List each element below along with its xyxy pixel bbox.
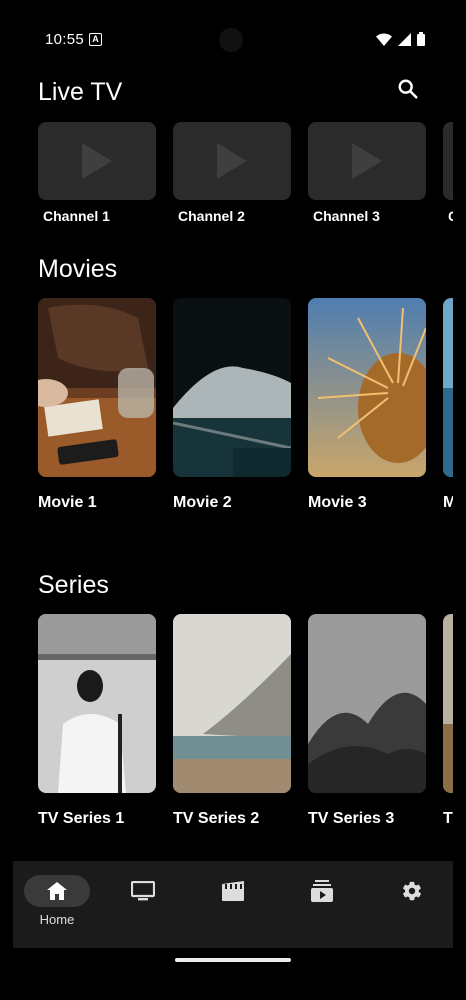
series-card[interactable]: TV Series 3 bbox=[308, 614, 426, 827]
home-icon bbox=[47, 882, 67, 900]
nav-icon-wrap bbox=[200, 875, 266, 907]
app-screen: 10:55 A Live TV Channel 1 Channel 2 Chan… bbox=[13, 18, 453, 976]
play-icon bbox=[217, 143, 247, 179]
notification-icon: A bbox=[89, 33, 102, 46]
nav-icon-wrap bbox=[289, 875, 355, 907]
device-frame: 10:55 A Live TV Channel 1 Channel 2 Chan… bbox=[0, 0, 466, 1000]
movie-label: M bbox=[443, 494, 453, 511]
play-icon bbox=[82, 143, 112, 179]
wifi-icon bbox=[376, 32, 392, 46]
movie-icon bbox=[222, 881, 244, 901]
status-icons bbox=[376, 32, 425, 46]
search-button[interactable] bbox=[393, 74, 423, 104]
poster-image bbox=[308, 298, 426, 477]
signal-icon bbox=[398, 32, 411, 46]
live-tv-title: Live TV bbox=[38, 78, 123, 106]
movie-label: Movie 1 bbox=[38, 494, 97, 511]
movie-label: Movie 3 bbox=[308, 494, 367, 511]
nav-label-home: Home bbox=[39, 912, 75, 927]
series-card[interactable]: T bbox=[443, 614, 453, 827]
series-label: TV Series 3 bbox=[308, 810, 395, 827]
poster-image bbox=[38, 298, 156, 477]
nav-icon-wrap bbox=[379, 875, 445, 907]
bottom-navigation: Home bbox=[13, 861, 453, 948]
settings-icon bbox=[403, 881, 421, 901]
movie-card[interactable]: Movie 2 bbox=[173, 298, 291, 511]
status-bar: 10:55 A bbox=[13, 18, 453, 62]
series-card[interactable]: TV Series 1 bbox=[38, 614, 156, 827]
channel-label: Channel 3 bbox=[313, 208, 380, 224]
battery-icon bbox=[417, 32, 425, 46]
series-poster bbox=[443, 614, 453, 793]
nav-settings[interactable] bbox=[368, 861, 453, 948]
poster-image bbox=[173, 298, 291, 477]
series-title: Series bbox=[38, 571, 109, 599]
nav-series[interactable] bbox=[278, 861, 366, 948]
channel-card[interactable]: Channel 2 bbox=[173, 122, 291, 224]
poster-image bbox=[443, 614, 453, 793]
series-label: TV Series 2 bbox=[173, 810, 260, 827]
movies-title: Movies bbox=[38, 255, 118, 283]
status-time: 10:55 bbox=[45, 31, 85, 48]
series-label: T bbox=[443, 810, 453, 827]
channel-card[interactable]: Channel 1 bbox=[38, 122, 156, 224]
nav-icon-wrap bbox=[110, 875, 176, 907]
poster-image bbox=[38, 614, 156, 793]
video-library-icon bbox=[311, 880, 333, 902]
play-icon bbox=[352, 143, 382, 179]
series-poster bbox=[38, 614, 156, 793]
channel-label: C bbox=[448, 208, 453, 224]
movie-poster bbox=[173, 298, 291, 477]
movie-label: Movie 2 bbox=[173, 494, 232, 511]
nav-home[interactable]: Home bbox=[13, 861, 101, 948]
series-poster bbox=[308, 614, 426, 793]
series-label: TV Series 1 bbox=[38, 810, 125, 827]
channel-card[interactable]: C bbox=[443, 122, 453, 224]
movie-card[interactable]: M bbox=[443, 298, 453, 511]
gesture-home-bar[interactable] bbox=[175, 958, 291, 962]
search-icon bbox=[398, 79, 418, 99]
nav-active-indicator bbox=[24, 875, 90, 907]
poster-image bbox=[173, 614, 291, 793]
series-poster bbox=[173, 614, 291, 793]
nav-movies[interactable] bbox=[189, 861, 277, 948]
poster-image bbox=[308, 614, 426, 793]
camera-cutout bbox=[219, 28, 243, 52]
channel-label: Channel 1 bbox=[43, 208, 110, 224]
series-card[interactable]: TV Series 2 bbox=[173, 614, 291, 827]
series-row: TV Series 1 TV Series 2 TV Series 3 T bbox=[38, 614, 453, 864]
channel-thumbnail bbox=[308, 122, 426, 200]
nav-tv[interactable] bbox=[99, 861, 187, 948]
movie-poster bbox=[443, 298, 453, 477]
channel-thumbnail bbox=[38, 122, 156, 200]
movie-card[interactable]: Movie 1 bbox=[38, 298, 156, 511]
movie-poster bbox=[308, 298, 426, 477]
movies-row: Movie 1 Movie 2 Movie 3 M bbox=[38, 298, 453, 548]
channel-thumbnail bbox=[173, 122, 291, 200]
movie-card[interactable]: Movie 3 bbox=[308, 298, 426, 511]
poster-image bbox=[443, 298, 453, 477]
tv-icon bbox=[131, 881, 155, 901]
channel-card[interactable]: Channel 3 bbox=[308, 122, 426, 224]
channel-thumbnail bbox=[443, 122, 453, 200]
channel-label: Channel 2 bbox=[178, 208, 245, 224]
movie-poster bbox=[38, 298, 156, 477]
